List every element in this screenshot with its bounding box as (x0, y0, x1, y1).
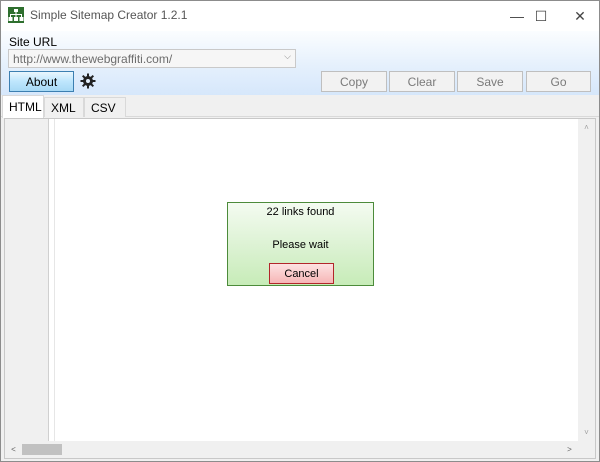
app-window: Simple Sitemap Creator 1.2.1 — ☐ ✕ Site … (0, 0, 600, 462)
tab-label: XML (51, 100, 76, 115)
title-bar: Simple Sitemap Creator 1.2.1 — ☐ ✕ (1, 1, 599, 31)
scrollbar-corner (578, 441, 595, 458)
output-tabs: HTML XML CSV (1, 95, 599, 118)
window-title: Simple Sitemap Creator 1.2.1 (30, 8, 188, 22)
tab-label: CSV (91, 100, 116, 115)
horizontal-scrollbar[interactable]: < > (5, 441, 578, 458)
chevron-down-icon[interactable]: ⌵ (284, 51, 291, 62)
site-url-input[interactable] (13, 51, 275, 66)
maximize-icon: ☐ (534, 7, 548, 24)
status-text: Please wait (272, 239, 329, 251)
gear-icon[interactable] (80, 73, 96, 89)
sitemap-app-icon (8, 7, 24, 23)
clear-button[interactable]: Clear (389, 71, 455, 92)
close-button[interactable]: ✕ (561, 1, 599, 31)
fold-margin (49, 119, 55, 441)
copy-button[interactable]: Copy (321, 71, 387, 92)
scroll-up-icon[interactable]: ˄ (578, 119, 595, 136)
go-button[interactable]: Go (526, 71, 591, 92)
vertical-scrollbar[interactable]: ˄ ˅ (578, 119, 595, 441)
tab-label: HTML (9, 100, 42, 114)
toolbar: Site URL ⌵ About Copy Clear Save Go (1, 31, 599, 95)
tab-html[interactable]: HTML (2, 95, 44, 118)
cancel-button[interactable]: Cancel (269, 263, 334, 284)
links-found-text: 22 links found (266, 206, 335, 218)
horizontal-scroll-thumb[interactable] (22, 444, 62, 455)
scroll-right-icon[interactable]: > (561, 441, 578, 458)
progress-dialog: 22 links found Please wait Cancel (227, 202, 374, 286)
scroll-down-icon[interactable]: ˅ (578, 424, 595, 441)
output-editor[interactable]: ˄ ˅ < > (4, 118, 596, 459)
tab-xml[interactable]: XML (44, 97, 84, 117)
scroll-left-icon[interactable]: < (5, 441, 22, 458)
close-icon: ✕ (574, 7, 586, 24)
save-button[interactable]: Save (457, 71, 523, 92)
about-button[interactable]: About (9, 71, 74, 92)
site-url-label: Site URL (9, 35, 58, 49)
maximize-button[interactable]: ☐ (522, 1, 560, 31)
line-number-gutter (5, 119, 49, 441)
tab-csv[interactable]: CSV (84, 97, 126, 117)
site-url-combobox[interactable]: ⌵ (8, 49, 296, 68)
